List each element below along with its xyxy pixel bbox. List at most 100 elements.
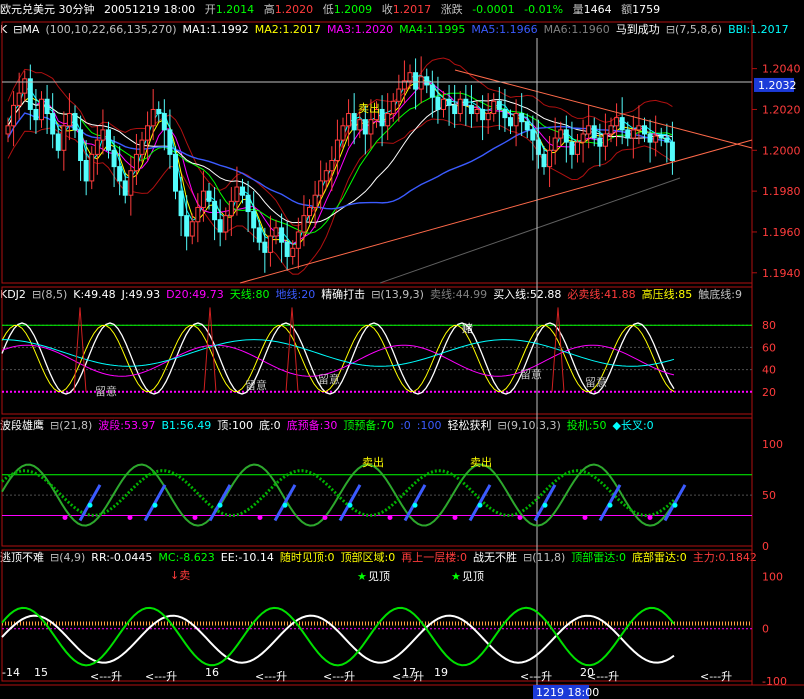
main-y-tick-label: 1.2020 [762,103,801,116]
candle-body [212,200,218,221]
candle-body [346,113,352,127]
x-axis-label: -14 [2,666,20,679]
candle-body [78,129,84,161]
candle-body [658,135,664,139]
candle-body [591,125,597,139]
wave-cyan-dot [347,502,353,508]
wave-cyan-dot [87,502,93,508]
ma1-line [7,99,673,224]
candle-body [485,113,491,121]
candle-body [189,221,195,237]
candle-body [111,149,117,168]
escape-y-tick-label: 100 [762,570,783,583]
candle-body [312,194,318,208]
kdj-watch-label: 留意 [95,384,117,398]
candle-body [351,113,357,131]
candle-body [630,129,636,139]
top-signal-label: 见顶 [368,570,390,583]
rise-label: <---升 [323,670,355,683]
candle-body [33,108,39,121]
candle-body [89,153,95,182]
candle-body [647,133,653,143]
escape-y-tick-label: -100 [762,675,787,688]
candle-body [106,129,111,151]
candle-body [619,117,625,131]
candle-body [228,200,234,217]
candle-body [22,78,28,94]
wave-cyan-dot [607,502,613,508]
cursor-time-label: 1219 18:00 [536,686,599,699]
candle-body [636,125,642,131]
rise-label: <---升 [145,670,177,683]
wave-bottom-dot [62,514,68,520]
candle-body [385,113,391,127]
candle-body [262,241,268,253]
kdj-bet-label: 赌 [462,321,473,335]
kdj-spike [73,307,87,392]
candle-body [273,227,279,237]
candle-body [145,125,151,141]
candle-body [524,121,530,131]
candle-body [94,139,100,155]
wave-sell-label: 卖出 [470,455,492,469]
candle-body [323,170,329,182]
candle-body [11,104,17,127]
candle-body [547,149,553,168]
candle-body [424,76,430,86]
candle-body [133,153,139,172]
candle-body [307,206,312,217]
candle-body [44,98,50,115]
candle-body [234,186,240,202]
candle-body [83,160,89,182]
candle-body [480,108,486,121]
candle-body [519,113,525,123]
candle-body [122,180,128,196]
candle-body [530,129,536,141]
wave-bottom-dot [192,514,198,520]
candle-body [362,119,368,135]
candle-body [602,133,608,147]
top-signal-label: 见顶 [462,570,484,583]
candle-body [552,137,558,151]
wave-bottom-dot [387,514,393,520]
kdj-watch-label: 留意 [245,378,267,392]
x-axis-label: 19 [434,666,448,679]
escape-y-tick-label: 0 [762,623,769,636]
kdj-watch-label: 留意 [585,375,607,389]
candle-body [669,141,675,161]
candle-body [474,108,480,115]
wave-pane-frame [1,417,753,547]
wave-y-tick-label: 50 [762,489,776,502]
kdj-y-tick-label: 60 [762,341,776,354]
candle-body [61,125,67,151]
candle-body [653,135,659,143]
candle-body [368,119,374,135]
candle-body [240,186,245,196]
ma5-line [7,112,673,210]
candle-body [457,98,463,115]
rise-label: <---升 [90,670,122,683]
candle-body [642,125,647,135]
wave-band-line [1,469,676,517]
chart-canvas[interactable]: 1.2040 1.2020 1.2000 1.1980 1.1960 1.1940 1.20… [0,0,804,699]
candle-body [284,241,290,257]
candle-body [435,96,441,110]
candle-body [128,170,134,196]
kdj-watch-label: 留意 [318,372,340,386]
main-y-tick-label: 1.2000 [762,144,801,157]
wave-cyan-dot [412,502,418,508]
wave-bottom-dot [322,514,328,520]
candle-body [195,206,201,223]
candle-body [55,133,61,151]
candle-body [513,113,519,127]
candle-body [558,129,564,139]
star-icon: ★ [451,570,461,583]
candle-body [463,98,469,106]
candle-body [569,141,575,155]
wave-cyan-dot [477,502,483,508]
candle-body [468,104,474,115]
candle-body [334,139,340,161]
wave-sell-label: 卖出 [362,455,384,469]
candle-body [150,108,156,127]
candle-body [396,88,402,102]
